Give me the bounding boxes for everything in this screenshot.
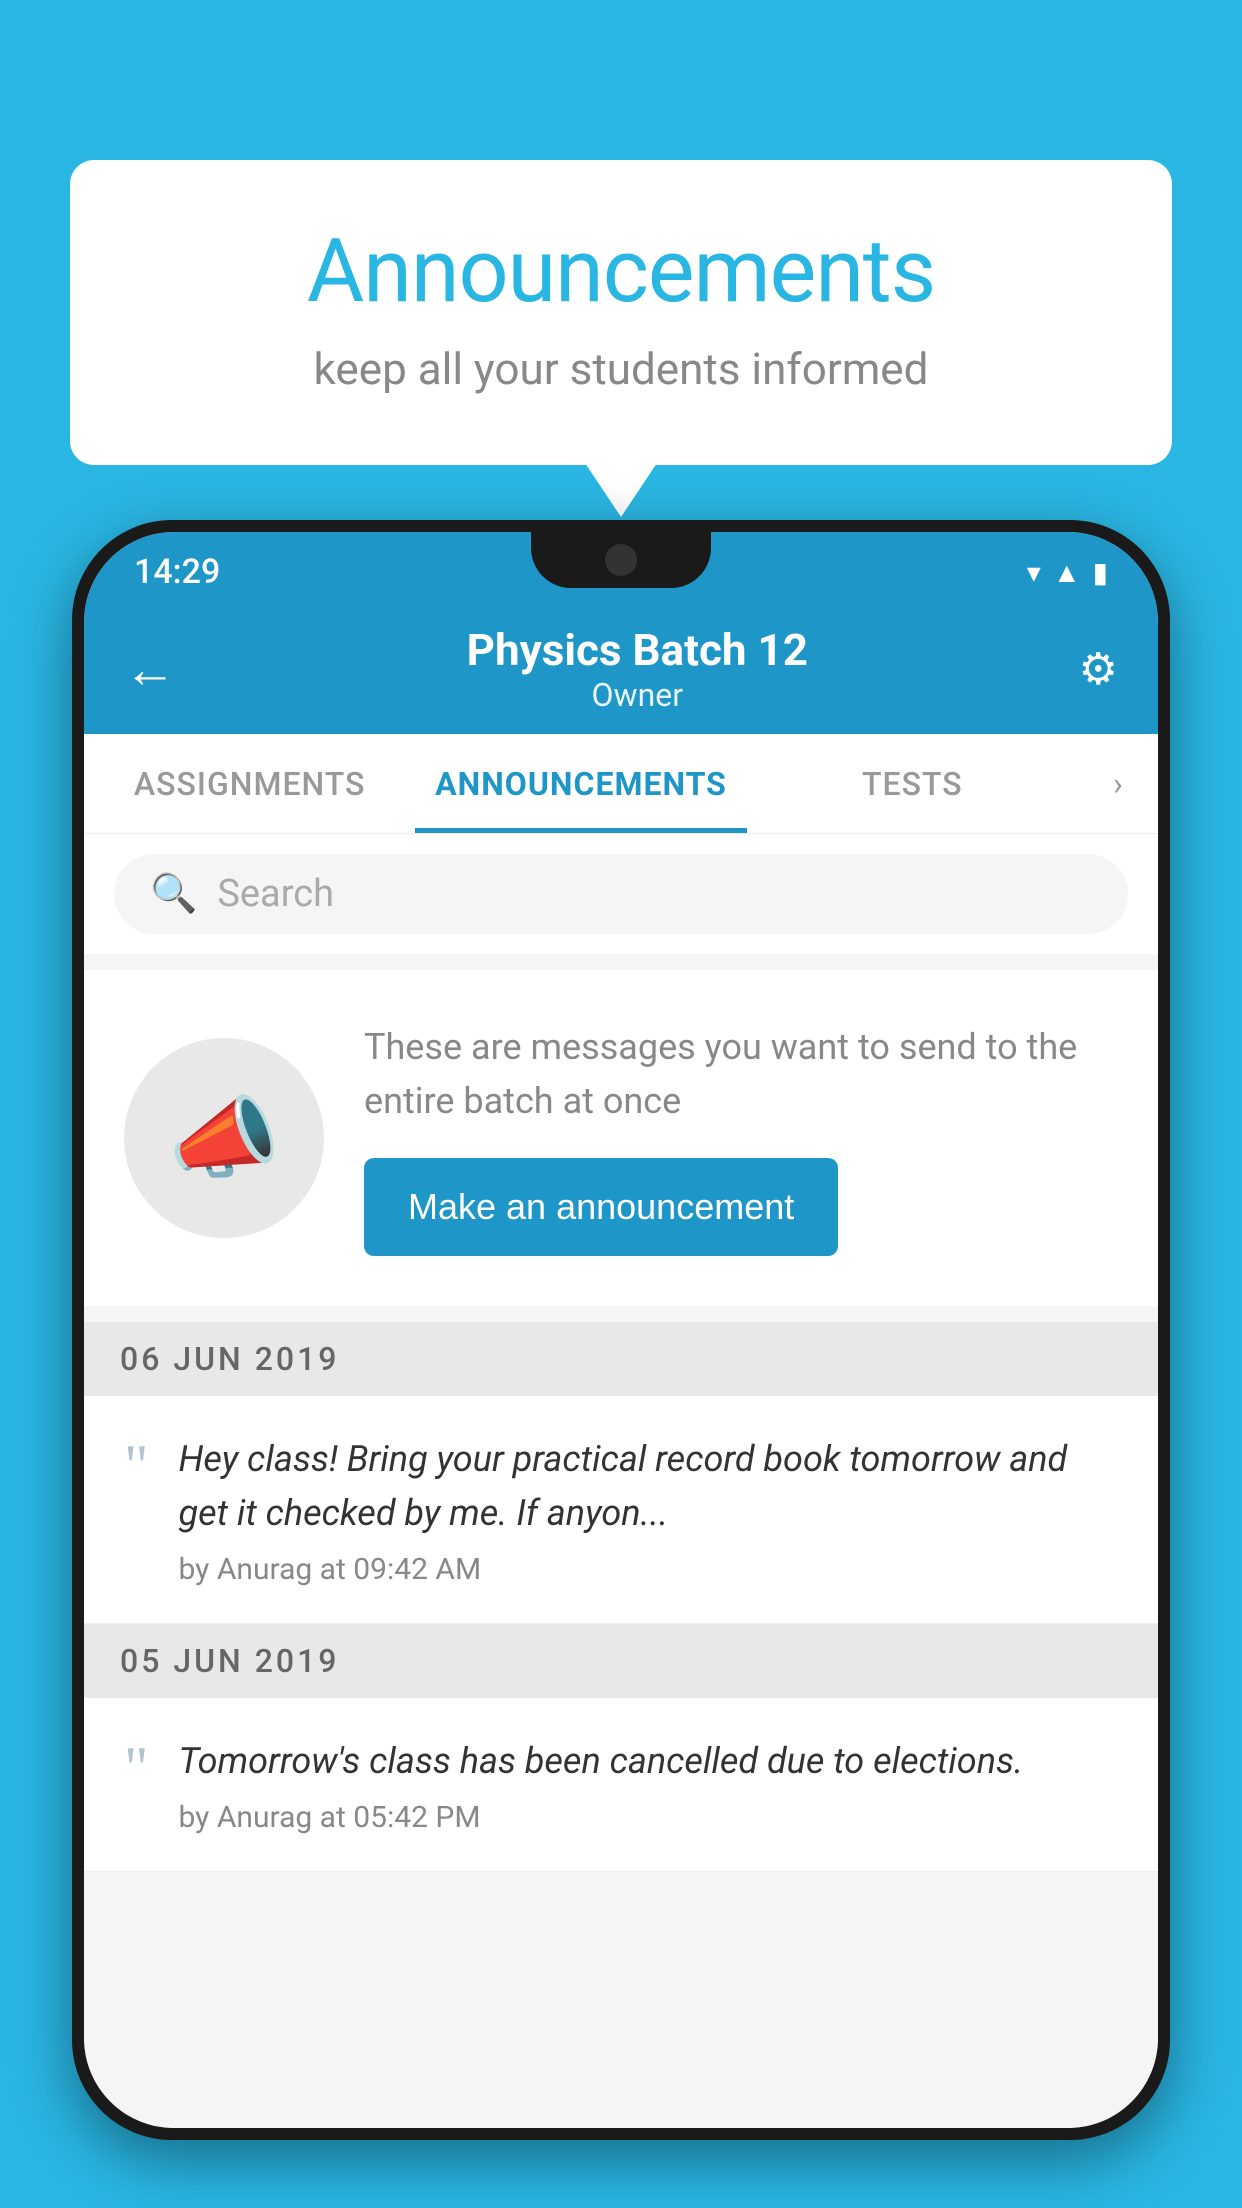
announcement-meta-1: by Anurag at 09:42 AM xyxy=(179,1552,1119,1587)
search-icon: 🔍 xyxy=(150,872,197,916)
quote-icon-1: " xyxy=(124,1442,149,1490)
phone-outer: 14:29 ▾ ▲ ▮ ← Physics Batch 12 Owner ⚙ A… xyxy=(72,520,1170,2140)
app-bar-title: Physics Batch 12 xyxy=(196,624,1079,676)
megaphone-icon: 📣 xyxy=(168,1086,280,1191)
announcement-text-2: Tomorrow's class has been cancelled due … xyxy=(179,1734,1119,1788)
search-bar[interactable]: 🔍 Search xyxy=(114,854,1128,934)
content-area: 🔍 Search 📣 These are messages you want t… xyxy=(84,834,1158,2128)
tab-assignments[interactable]: ASSIGNMENTS xyxy=(84,734,415,833)
announcement-meta-2: by Anurag at 05:42 PM xyxy=(179,1800,1119,1835)
announcement-text-1: Hey class! Bring your practical record b… xyxy=(179,1432,1119,1540)
announcement-content-2: Tomorrow's class has been cancelled due … xyxy=(179,1734,1119,1835)
announcement-prompt: 📣 These are messages you want to send to… xyxy=(84,970,1158,1306)
speech-bubble-subtitle: keep all your students informed xyxy=(150,343,1092,395)
app-bar-title-wrap: Physics Batch 12 Owner xyxy=(196,624,1079,714)
phone-wrapper: 14:29 ▾ ▲ ▮ ← Physics Batch 12 Owner ⚙ A… xyxy=(72,520,1170,2208)
app-bar: ← Physics Batch 12 Owner ⚙ xyxy=(84,604,1158,734)
tab-tests[interactable]: TESTS xyxy=(747,734,1078,833)
megaphone-circle: 📣 xyxy=(124,1038,324,1238)
date-separator-2: 05 JUN 2019 xyxy=(84,1624,1158,1698)
prompt-right: These are messages you want to send to t… xyxy=(364,1020,1118,1256)
status-icons: ▾ ▲ ▮ xyxy=(1027,556,1108,589)
battery-icon: ▮ xyxy=(1093,556,1108,589)
announcement-item-2[interactable]: " Tomorrow's class has been cancelled du… xyxy=(84,1698,1158,1872)
date-separator-1: 06 JUN 2019 xyxy=(84,1322,1158,1396)
signal-icon: ▲ xyxy=(1053,556,1081,589)
speech-bubble: Announcements keep all your students inf… xyxy=(70,160,1172,465)
app-bar-subtitle: Owner xyxy=(196,676,1079,714)
announcement-item-1[interactable]: " Hey class! Bring your practical record… xyxy=(84,1396,1158,1624)
phone-notch xyxy=(531,532,711,588)
tab-more[interactable]: › xyxy=(1078,734,1158,833)
wifi-icon: ▾ xyxy=(1027,556,1041,589)
phone-screen: 14:29 ▾ ▲ ▮ ← Physics Batch 12 Owner ⚙ A… xyxy=(84,532,1158,2128)
tabs-bar: ASSIGNMENTS ANNOUNCEMENTS TESTS › xyxy=(84,734,1158,834)
quote-icon-2: " xyxy=(124,1744,149,1792)
tab-announcements[interactable]: ANNOUNCEMENTS xyxy=(415,734,746,833)
phone-camera xyxy=(605,544,637,576)
prompt-description: These are messages you want to send to t… xyxy=(364,1020,1118,1128)
announcement-content-1: Hey class! Bring your practical record b… xyxy=(179,1432,1119,1587)
speech-bubble-wrapper: Announcements keep all your students inf… xyxy=(70,160,1172,465)
speech-bubble-title: Announcements xyxy=(150,220,1092,323)
make-announcement-button[interactable]: Make an announcement xyxy=(364,1158,838,1256)
search-placeholder: Search xyxy=(217,872,334,916)
back-button[interactable]: ← xyxy=(124,639,176,700)
settings-button[interactable]: ⚙ xyxy=(1079,643,1118,695)
search-container: 🔍 Search xyxy=(84,834,1158,954)
status-time: 14:29 xyxy=(134,552,220,592)
